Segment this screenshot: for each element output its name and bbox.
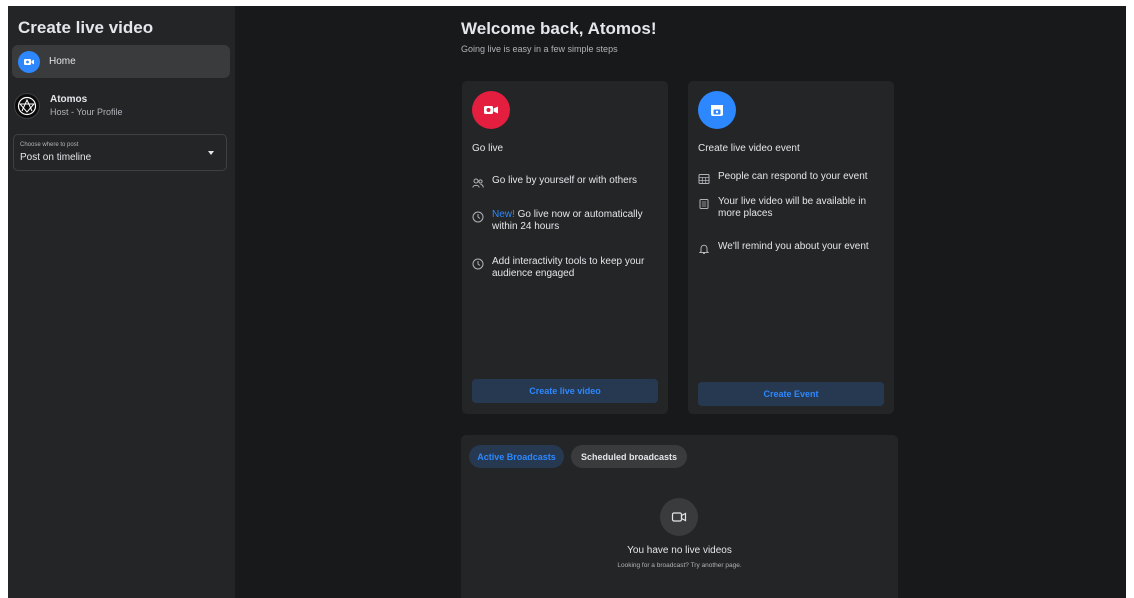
bell-icon [698,242,710,254]
tab-scheduled-broadcasts[interactable]: Scheduled broadcasts [571,445,687,468]
live-video-icon [18,50,40,73]
clock-icon [472,210,484,223]
empty-state-subtitle: Looking for a broadcast? Try another pag… [617,562,742,569]
profile-text: Atomos Host - Your Profile [50,94,123,118]
calendar-grid-icon [698,172,710,184]
broadcasts-panel: Active Broadcasts Scheduled broadcasts Y… [461,435,898,598]
feature-text: New! Go live now or automatically within… [492,209,662,233]
feature-item: New! Go live now or automatically within… [472,209,662,233]
clock-icon [472,257,484,270]
host-profile[interactable]: Atomos Host - Your Profile [14,90,230,122]
feature-text: We'll remind you about your event [718,241,869,252]
card-title: Go live [472,143,504,154]
post-destination-select[interactable]: Choose where to post Post on timeline [13,134,227,171]
feature-item: Add interactivity tools to keep your aud… [472,256,662,280]
post-select-value: Post on timeline [20,152,92,163]
video-camera-icon [660,498,698,536]
sidebar: Create live video Home Atomos Host - You… [8,6,235,598]
feature-text: Add interactivity tools to keep your aud… [492,256,645,279]
sidebar-item-home[interactable]: Home [12,45,230,78]
sidebar-item-label: Home [49,56,76,67]
app-window: Create live video Home Atomos Host - You… [8,6,1126,598]
go-live-card: Go live Go live by yourself or with othe… [462,81,668,414]
empty-state-title: You have no live videos [627,545,732,556]
people-icon [472,176,484,188]
page-subtitle: Going live is easy in a few simple steps [461,44,618,54]
feature-text: Your live video will be available in mor… [718,196,867,219]
feature-text: People can respond to your event [718,171,868,182]
profile-role: Host - Your Profile [50,107,123,117]
feature-text: Go live by yourself or with others [492,175,638,186]
page-title: Welcome back, Atomos! [461,19,657,38]
card-title: Create live video event [698,143,800,154]
live-event-card: Create live video event People can respo… [688,81,894,414]
feature-item: Go live by yourself or with others [472,175,662,188]
avatar [14,93,40,119]
calendar-star-icon [698,91,736,129]
create-live-video-button[interactable]: Create live video [472,379,658,403]
caret-down-icon [208,151,214,155]
live-video-icon [472,91,510,129]
sidebar-title: Create live video [18,18,154,37]
new-badge: New! [492,209,515,220]
feature-item: We'll remind you about your event [698,241,888,254]
tab-active-broadcasts[interactable]: Active Broadcasts [469,445,564,468]
feature-item: People can respond to your event [698,171,888,184]
newsfeed-icon [698,197,710,209]
feature-text-body: Go live now or automatically within 24 h… [492,209,643,232]
create-event-button[interactable]: Create Event [698,382,884,406]
post-select-caption: Choose where to post [20,142,79,148]
feature-item: Your live video will be available in mor… [698,196,888,220]
profile-name: Atomos [50,94,88,105]
